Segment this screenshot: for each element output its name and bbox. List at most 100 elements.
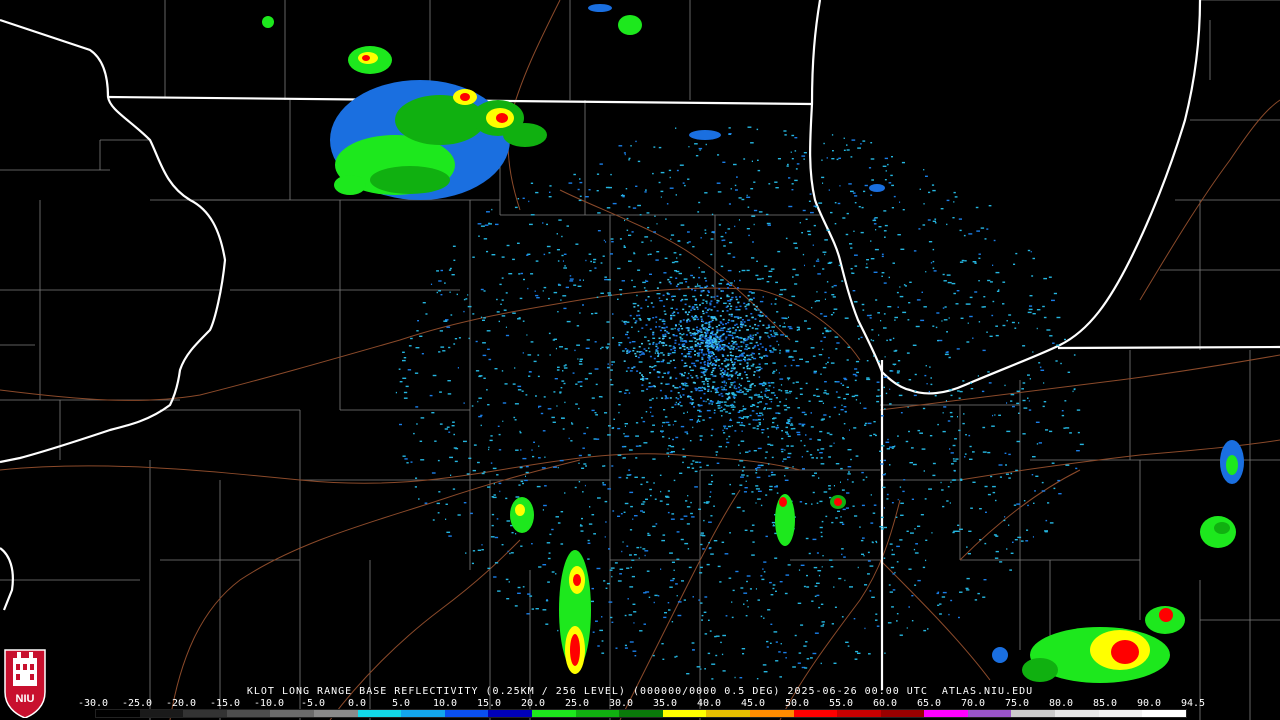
clutter-echo xyxy=(488,358,492,361)
clutter-echo xyxy=(518,484,521,486)
clutter-echo xyxy=(866,377,870,379)
clutter-echo xyxy=(624,392,627,394)
clutter-echo xyxy=(738,219,740,221)
clutter-echo xyxy=(968,434,971,437)
clutter-echo xyxy=(771,426,776,428)
clutter-echo xyxy=(747,338,749,340)
clutter-echo xyxy=(552,421,556,423)
clutter-echo xyxy=(687,352,690,355)
clutter-echo xyxy=(934,222,937,224)
clutter-echo xyxy=(742,510,745,512)
clutter-echo xyxy=(743,158,746,160)
clutter-echo xyxy=(671,312,674,315)
clutter-echo xyxy=(588,372,592,375)
clutter-echo xyxy=(667,354,670,356)
clutter-echo xyxy=(1030,251,1032,253)
clutter-echo xyxy=(672,438,674,441)
clutter-echo xyxy=(746,575,751,577)
clutter-echo xyxy=(995,535,999,537)
clutter-echo xyxy=(812,652,817,655)
clutter-echo xyxy=(843,556,846,558)
storm-echo xyxy=(1159,608,1173,622)
clutter-echo xyxy=(870,339,872,341)
clutter-echo xyxy=(860,143,862,145)
clutter-echo xyxy=(808,200,811,202)
clutter-echo xyxy=(896,545,900,548)
clutter-echo xyxy=(751,316,754,319)
clutter-echo xyxy=(710,434,713,437)
clutter-echo xyxy=(756,476,761,479)
clutter-echo xyxy=(750,313,753,315)
clutter-echo xyxy=(740,377,743,380)
clutter-echo xyxy=(748,354,751,357)
logo-text: NIU xyxy=(16,693,35,705)
clutter-echo xyxy=(801,425,805,427)
clutter-echo xyxy=(660,382,663,385)
clutter-echo xyxy=(741,430,743,432)
clutter-echo xyxy=(526,613,530,615)
clutter-echo xyxy=(1067,371,1071,373)
clutter-echo xyxy=(943,280,947,282)
clutter-echo xyxy=(652,306,655,308)
clutter-echo xyxy=(689,402,692,404)
clutter-echo xyxy=(755,393,757,395)
clutter-echo xyxy=(651,415,654,417)
clutter-echo xyxy=(709,630,712,632)
clutter-echo xyxy=(707,365,710,367)
clutter-echo xyxy=(747,294,750,297)
clutter-echo xyxy=(815,457,818,459)
clutter-echo xyxy=(807,327,811,330)
clutter-echo xyxy=(960,317,964,319)
clutter-echo xyxy=(683,343,686,345)
clutter-echo xyxy=(664,395,667,397)
clutter-echo xyxy=(809,454,813,456)
clutter-echo xyxy=(674,339,677,342)
storm-echo xyxy=(362,55,370,61)
clutter-echo xyxy=(873,271,878,273)
storm-echo xyxy=(334,175,366,195)
clutter-echo xyxy=(873,355,875,357)
clutter-echo xyxy=(867,573,870,575)
clutter-echo xyxy=(463,310,465,313)
clutter-echo xyxy=(875,619,878,621)
clutter-echo xyxy=(794,179,798,182)
clutter-echo xyxy=(588,189,591,191)
clutter-echo xyxy=(662,354,665,356)
clutter-echo xyxy=(901,161,905,164)
clutter-echo xyxy=(624,153,626,156)
clutter-echo xyxy=(896,370,900,372)
clutter-echo xyxy=(902,490,905,493)
clutter-echo xyxy=(739,389,742,391)
clutter-echo xyxy=(698,352,700,354)
scale-swatch xyxy=(488,710,532,717)
clutter-echo xyxy=(964,453,967,455)
clutter-echo xyxy=(659,281,662,284)
clutter-echo xyxy=(906,627,908,629)
clutter-echo xyxy=(769,485,773,488)
clutter-echo xyxy=(494,536,499,539)
clutter-echo xyxy=(497,590,501,592)
clutter-echo xyxy=(702,320,705,323)
clutter-echo xyxy=(949,411,953,414)
clutter-echo xyxy=(672,578,675,580)
clutter-echo xyxy=(667,448,669,450)
clutter-echo xyxy=(691,467,695,469)
clutter-echo xyxy=(786,422,790,424)
clutter-echo xyxy=(896,372,900,374)
clutter-echo xyxy=(691,642,695,644)
clutter-echo xyxy=(757,447,762,450)
clutter-echo xyxy=(670,445,675,448)
clutter-echo xyxy=(889,591,893,593)
clutter-echo xyxy=(514,206,518,209)
clutter-echo xyxy=(758,211,763,213)
clutter-echo xyxy=(750,405,753,407)
clutter-echo xyxy=(628,159,630,161)
clutter-echo xyxy=(727,282,729,285)
storm-echo xyxy=(262,16,274,28)
clutter-echo xyxy=(756,369,759,372)
clutter-echo xyxy=(725,336,728,338)
clutter-echo xyxy=(778,651,781,653)
clutter-echo xyxy=(917,525,921,527)
clutter-echo xyxy=(649,273,652,275)
clutter-echo xyxy=(496,474,499,476)
